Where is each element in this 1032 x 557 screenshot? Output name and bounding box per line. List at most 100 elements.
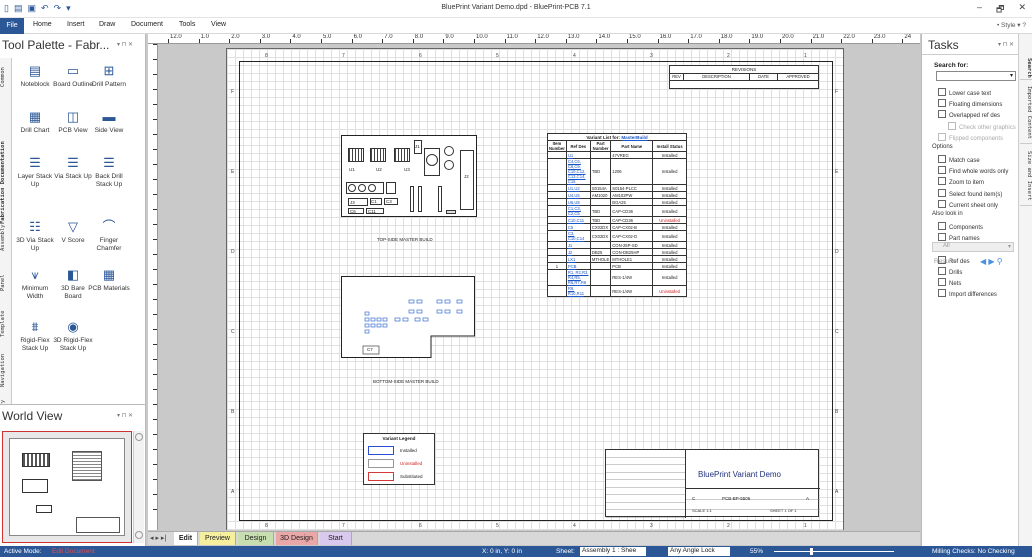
menu-view[interactable]: View	[211, 21, 226, 28]
close-button[interactable]: ✕	[1018, 2, 1026, 18]
restore-button[interactable]: 🗗	[996, 2, 1004, 18]
tool-finger-chamfer[interactable]: ⌒ Finger Chamfer	[88, 220, 130, 253]
tool-rigid-flex-stack-up[interactable]: ⩩ Rigid-Flex Stack Up	[14, 320, 56, 353]
scope-select[interactable]: All ▾	[932, 242, 1014, 252]
variant-row[interactable]: U1 47VREG Installed	[547, 151, 687, 159]
tool-3d-via-stack-up[interactable]: ☷ 3D Via Stack Up	[14, 220, 56, 253]
variant-cell: CAP-CD36	[610, 205, 654, 217]
section-label: Also look in	[932, 211, 963, 217]
checkbox[interactable]: Import differences	[938, 289, 997, 298]
side-tab-common[interactable]: Common	[0, 62, 12, 92]
variant-cell: Uninstalled	[652, 285, 687, 297]
variant-row[interactable]: LX1 MTHOLE MTHOLE1 Installed	[547, 255, 687, 263]
chevron-down-icon[interactable]: ▾	[1010, 72, 1013, 79]
tool-minimum-width[interactable]: ⩛ Minimum Width	[14, 268, 56, 301]
variant-row[interactable]: U4,U5 AM1020 AM102PW Installed	[547, 191, 687, 199]
tool-drill-chart[interactable]: ▦ Drill Chart	[14, 110, 56, 135]
zone-col-label: 7	[342, 53, 345, 59]
menu-insert[interactable]: Insert	[67, 21, 85, 28]
checkbox[interactable]: Floating dimensions	[938, 99, 1002, 108]
zoom-slider-thumb[interactable]	[810, 548, 813, 555]
tool-3d-rigid-flex-stack-up[interactable]: ◉ 3D Rigid-Flex Stack Up	[52, 320, 94, 353]
tool-layer-stack-up[interactable]: ☰ Layer Stack Up	[14, 156, 56, 189]
checkbox[interactable]: Lower case text	[938, 88, 991, 97]
tasks-title: Tasks	[928, 38, 959, 52]
col-ref-des: Ref Des	[565, 140, 591, 152]
tasks-pin-icon[interactable]: ▾ ⊓ ✕	[998, 41, 1014, 48]
side-tab-assembly[interactable]: Assembly	[0, 218, 12, 258]
checkbox[interactable]: Check other graphics	[948, 122, 1016, 131]
variant-cell: LX1	[565, 255, 591, 263]
drawing-canvas[interactable]: 12.0 1.0 2.0 3.0 4.0 5.0 6.0 7.0 8.0 9.0 10.0 11.0 1…	[148, 34, 920, 530]
variant-row[interactable]: C10,C11 TBD CAP-CD36 Uninstalled	[547, 216, 687, 224]
checkbox[interactable]: Find whole words only	[938, 166, 1008, 175]
active-mode-value: Edit Document	[52, 548, 95, 555]
menu-draw[interactable]: Draw	[99, 21, 115, 28]
variant-cell: AM102PW	[610, 191, 654, 199]
checkbox[interactable]: Select found item(s)	[938, 189, 1002, 198]
tab-edit[interactable]: Edit	[174, 532, 198, 545]
variant-row[interactable]: J2 DB25 CON-DB25HP Installed	[547, 248, 687, 256]
variant-list-table[interactable]: Variant List for: MasterBuild Item Numbe…	[547, 133, 687, 297]
menu-document[interactable]: Document	[131, 21, 163, 28]
variant-row[interactable]: C1,C3, C2,C5 TBD CAP-CD36 Installed	[547, 205, 687, 217]
tab-3d-design[interactable]: 3D Design	[276, 532, 318, 545]
style-menu[interactable]: • Style ▾ ?	[997, 21, 1026, 29]
file-menu[interactable]: File	[0, 18, 24, 34]
world-view-scrollbar[interactable]	[133, 431, 144, 543]
variant-list-build[interactable]: MasterBuild	[621, 135, 647, 140]
variant-cell	[547, 230, 567, 242]
side-tab-imported-content[interactable]: Imported Content	[1020, 82, 1032, 144]
palette-pin-icon[interactable]: ▾ ⊓ ✕	[117, 41, 133, 48]
top-side-pcb[interactable]: U1 U2 U3 J1 J2 J3 C1 C6 C11 C3	[341, 135, 477, 217]
side-tab-size-and-insert[interactable]: Size and Insert	[1020, 146, 1032, 206]
checkbox[interactable]: Zoom to item	[938, 177, 984, 186]
sheet-select[interactable]: Assembly 1 : Shee	[580, 547, 646, 556]
side-tab-search[interactable]: Search	[1020, 56, 1032, 80]
variant-row[interactable]: 1 PCB PCB Installed	[547, 262, 687, 270]
world-view-thumbnail[interactable]	[2, 431, 132, 543]
variant-row[interactable]: C5 CX02DX CAP-CX02-B Installed	[547, 223, 687, 231]
variant-row[interactable]: J1 CON-25P-SD Installed	[547, 241, 687, 249]
variant-row[interactable]: U6,U8 BGA25 Installed	[547, 198, 687, 206]
menu-tools[interactable]: Tools	[179, 21, 195, 28]
checkbox[interactable]: Drills	[938, 267, 962, 276]
world-view-pin-icon[interactable]: ▾ ⊓ ✕	[117, 412, 133, 419]
results-nav-icon[interactable]: ◀ ▶ ⚲	[980, 257, 1003, 266]
variant-row[interactable]: U1,U2 S0154A S0154-PLCC Installed	[547, 184, 687, 192]
title-block: BluePrint Variant Demo C PCB-BP-5506 A S…	[605, 449, 820, 518]
checkbox[interactable]: Part names	[938, 233, 980, 242]
checkbox[interactable]: Components	[938, 222, 983, 231]
tool-side-view[interactable]: ▬ Side View	[88, 110, 130, 135]
ruler-mark: 17.0	[690, 34, 702, 40]
search-input[interactable]: ▾	[936, 71, 1016, 81]
tool-drill-pattern[interactable]: ⊞ Drill Pattern	[88, 64, 130, 89]
angle-lock-select[interactable]: Any Angle Lock	[668, 547, 730, 556]
tool-pcb-materials[interactable]: ▦ PCB Materials	[88, 268, 130, 293]
tab-design[interactable]: Design	[238, 532, 274, 545]
side-tab-template[interactable]: Template	[0, 303, 12, 345]
checkbox[interactable]: Current sheet only	[938, 200, 998, 209]
tool-noteblock[interactable]: ▤ Noteblock	[14, 64, 56, 89]
variant-row[interactable]: C3, C10,C14 CX02DX CAP-CX02-D Installed	[547, 230, 687, 242]
variant-row[interactable]: R9, R10,R11 RES-1/4W Uninstalled	[547, 285, 687, 297]
side-tab-navigation[interactable]: Navigation	[0, 348, 12, 392]
tab-scroll-icon[interactable]: ◂ ▸ ▸|	[150, 534, 166, 542]
bottom-side-pcb[interactable]: C7	[341, 276, 475, 358]
variant-row[interactable]: R1, R2,R3, R4,R5, R6,R7,R8 RES-1/4W Instal…	[547, 269, 687, 286]
tab-start[interactable]: Start	[320, 532, 352, 545]
variant-row[interactable]: C4,C6, C8,C9, C10,C12, C13,C14, C15 TBD 12…	[547, 158, 687, 185]
minimize-button[interactable]: –	[977, 2, 982, 18]
menu-home[interactable]: Home	[33, 21, 52, 28]
ruler-mark: 12.0	[537, 34, 549, 40]
zoom-slider[interactable]	[774, 551, 894, 552]
drawing-sheet: 8 8 7 7 6 6 5 5 4 4 3 3 2 2 1 1 F F E E D D C C B B A A REVISIONS R…	[226, 48, 844, 530]
side-tab-panel[interactable]: Panel	[0, 268, 12, 298]
tab-preview[interactable]: Preview	[200, 532, 236, 545]
checkbox[interactable]: Nets	[938, 278, 961, 287]
checkbox[interactable]: Overlapped ref des	[938, 110, 1000, 119]
checkbox[interactable]: Match case	[938, 155, 980, 164]
milling-checks[interactable]: Milling Checks: No Checking	[932, 548, 1015, 555]
checkbox[interactable]: Flipped components	[938, 133, 1003, 142]
tool-back-drill-stack-up[interactable]: ☰ Back Drill Stack Up	[88, 156, 130, 189]
